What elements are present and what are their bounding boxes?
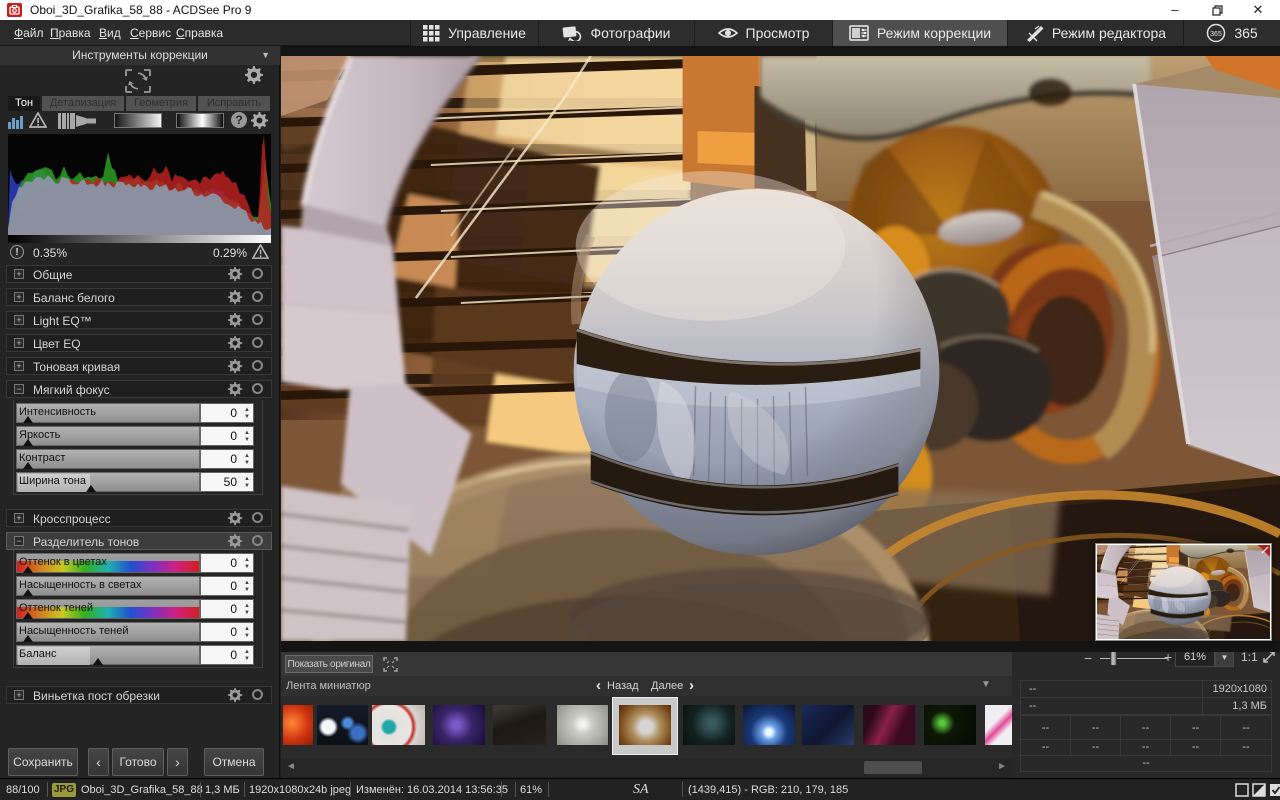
svg-text:365: 365 xyxy=(1210,31,1222,38)
